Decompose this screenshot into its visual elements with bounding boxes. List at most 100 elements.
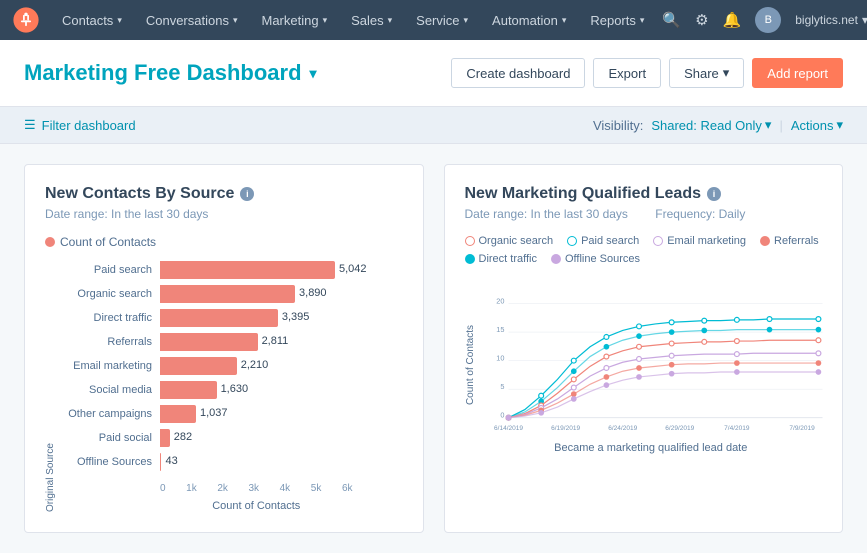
bar-row: Referrals 2,811: [60, 333, 353, 351]
hubspot-logo-icon[interactable]: [12, 6, 40, 34]
svg-text:5: 5: [500, 382, 504, 391]
bar-track: 2,811: [160, 333, 353, 351]
bar-value: 1,037: [200, 407, 228, 419]
bar-label: Paid search: [60, 264, 160, 276]
bar-label: Other campaigns: [60, 408, 160, 420]
notifications-icon[interactable]: 🔔: [723, 11, 742, 29]
filter-bar: ☰ Filter dashboard Visibility: Shared: R…: [0, 107, 867, 144]
svg-text:10: 10: [496, 354, 504, 363]
bar-fill: [160, 453, 161, 471]
visibility-chevron-icon: ▾: [765, 117, 772, 133]
chart1-legend: Count of Contacts: [45, 235, 403, 249]
nav-reports[interactable]: Reports ▾: [580, 0, 654, 40]
account-chevron-icon: ▾: [862, 13, 867, 27]
x-tick-label: 0: [160, 483, 166, 494]
bar-value: 2,811: [262, 335, 289, 347]
chart1-legend-dot: [45, 237, 55, 247]
svg-text:6/24/2019: 6/24/2019: [608, 425, 637, 432]
bar-value: 1,630: [221, 383, 249, 395]
avatar[interactable]: B: [755, 7, 781, 33]
svg-text:0: 0: [500, 411, 504, 420]
line-chart-area: Count of Contacts 0 5 10 15 20: [465, 275, 823, 454]
bar-track: 1,630: [160, 381, 353, 399]
x-tick-label: 2k: [217, 483, 228, 494]
bar-label: Paid social: [60, 432, 160, 444]
nav-conversations-chevron-icon: ▾: [233, 15, 238, 26]
bar-fill: [160, 333, 258, 351]
add-report-button[interactable]: Add report: [752, 58, 843, 88]
nav-marketing-chevron-icon: ▾: [323, 15, 328, 26]
nav-sales-chevron-icon: ▾: [388, 15, 393, 26]
share-chevron-icon: ▾: [723, 65, 730, 81]
legend-email-marketing-icon: [653, 236, 663, 246]
chart1-title: New Contacts By Source i: [45, 185, 403, 203]
bar-row: Offline Sources 43: [60, 453, 353, 471]
account-menu[interactable]: biglytics.net ▾: [795, 13, 867, 27]
export-button[interactable]: Export: [593, 58, 661, 88]
legend-direct-traffic-icon: [465, 254, 475, 264]
x-tick-label: 5k: [311, 483, 322, 494]
legend-email-marketing: Email marketing: [653, 235, 746, 247]
nav-automation[interactable]: Automation ▾: [482, 0, 576, 40]
dashboard-title[interactable]: Marketing Free Dashboard ▾: [24, 60, 317, 86]
nav-sales[interactable]: Sales ▾: [341, 0, 402, 40]
bar-row: Other campaigns 1,037: [60, 405, 353, 423]
chart2-subtitle: Date range: In the last 30 days Frequenc…: [465, 207, 823, 221]
bar-fill: [160, 357, 237, 375]
chart1-subtitle: Date range: In the last 30 days: [45, 207, 403, 221]
filter-right: Visibility: Shared: Read Only ▾ | Action…: [593, 117, 843, 133]
x-tick-label: 6k: [342, 483, 353, 494]
bar-row: Paid social 282: [60, 429, 353, 447]
legend-direct-traffic: Direct traffic: [465, 253, 537, 265]
bar-fill: [160, 309, 278, 327]
bar-track: 5,042: [160, 261, 353, 279]
bar-label: Email marketing: [60, 360, 160, 372]
actions-dropdown-button[interactable]: Actions ▾: [791, 117, 843, 133]
bar-x-axis-label: Count of Contacts: [60, 500, 353, 512]
bar-row: Organic search 3,890: [60, 285, 353, 303]
bar-fill: [160, 429, 170, 447]
nav-service[interactable]: Service ▾: [406, 0, 478, 40]
visibility-selector[interactable]: Shared: Read Only ▾: [651, 117, 771, 133]
create-dashboard-button[interactable]: Create dashboard: [451, 58, 585, 88]
bar-row: Paid search 5,042: [60, 261, 353, 279]
legend-referrals: Referrals: [760, 235, 819, 247]
main-content: New Contacts By Source i Date range: In …: [0, 144, 867, 553]
line-x-axis-label: Became a marketing qualified lead date: [480, 442, 823, 454]
legend-offline-sources-icon: [551, 254, 561, 264]
nav-service-chevron-icon: ▾: [464, 15, 469, 26]
svg-text:20: 20: [496, 297, 504, 306]
bar-label: Direct traffic: [60, 312, 160, 324]
chart1-info-icon[interactable]: i: [240, 187, 254, 201]
search-icon[interactable]: 🔍: [662, 11, 681, 29]
filter-dashboard-button[interactable]: ☰ Filter dashboard: [24, 117, 136, 133]
bar-fill: [160, 261, 335, 279]
actions-chevron-icon: ▾: [836, 117, 843, 133]
nav-utility-icons: 🔍 ⚙ 🔔 B biglytics.net ▾: [662, 7, 867, 33]
bar-x-axis: 01k2k3k4k5k6k: [60, 483, 353, 494]
bar-chart-area: Original Source Paid search 5,042 Organi…: [45, 261, 403, 512]
bar-fill: [160, 285, 295, 303]
bar-row: Direct traffic 3,395: [60, 309, 353, 327]
legend-paid-search-icon: [567, 236, 577, 246]
bar-track: 3,890: [160, 285, 353, 303]
nav-contacts[interactable]: Contacts ▾: [52, 0, 132, 40]
nav-marketing[interactable]: Marketing ▾: [251, 0, 337, 40]
share-button[interactable]: Share ▾: [669, 58, 744, 88]
chart2-title: New Marketing Qualified Leads i: [465, 185, 823, 203]
page-header: Marketing Free Dashboard ▾ Create dashbo…: [0, 40, 867, 107]
svg-text:6/14/2019: 6/14/2019: [494, 425, 523, 432]
chart2-info-icon[interactable]: i: [707, 187, 721, 201]
nav-conversations[interactable]: Conversations ▾: [136, 0, 248, 40]
settings-icon[interactable]: ⚙: [695, 11, 708, 29]
line-y-axis-label: Count of Contacts: [465, 325, 476, 405]
legend-organic-search-icon: [465, 236, 475, 246]
bar-value: 2,210: [241, 359, 269, 371]
bar-value: 43: [165, 455, 177, 467]
chart2-legends: Organic search Paid search Email marketi…: [465, 235, 823, 265]
header-actions: Create dashboard Export Share ▾ Add repo…: [451, 58, 843, 88]
svg-text:6/29/2019: 6/29/2019: [665, 425, 694, 432]
line-chart-svg: 0 5 10 15 20: [480, 275, 823, 438]
bar-label: Referrals: [60, 336, 160, 348]
nav-automation-chevron-icon: ▾: [562, 15, 567, 26]
